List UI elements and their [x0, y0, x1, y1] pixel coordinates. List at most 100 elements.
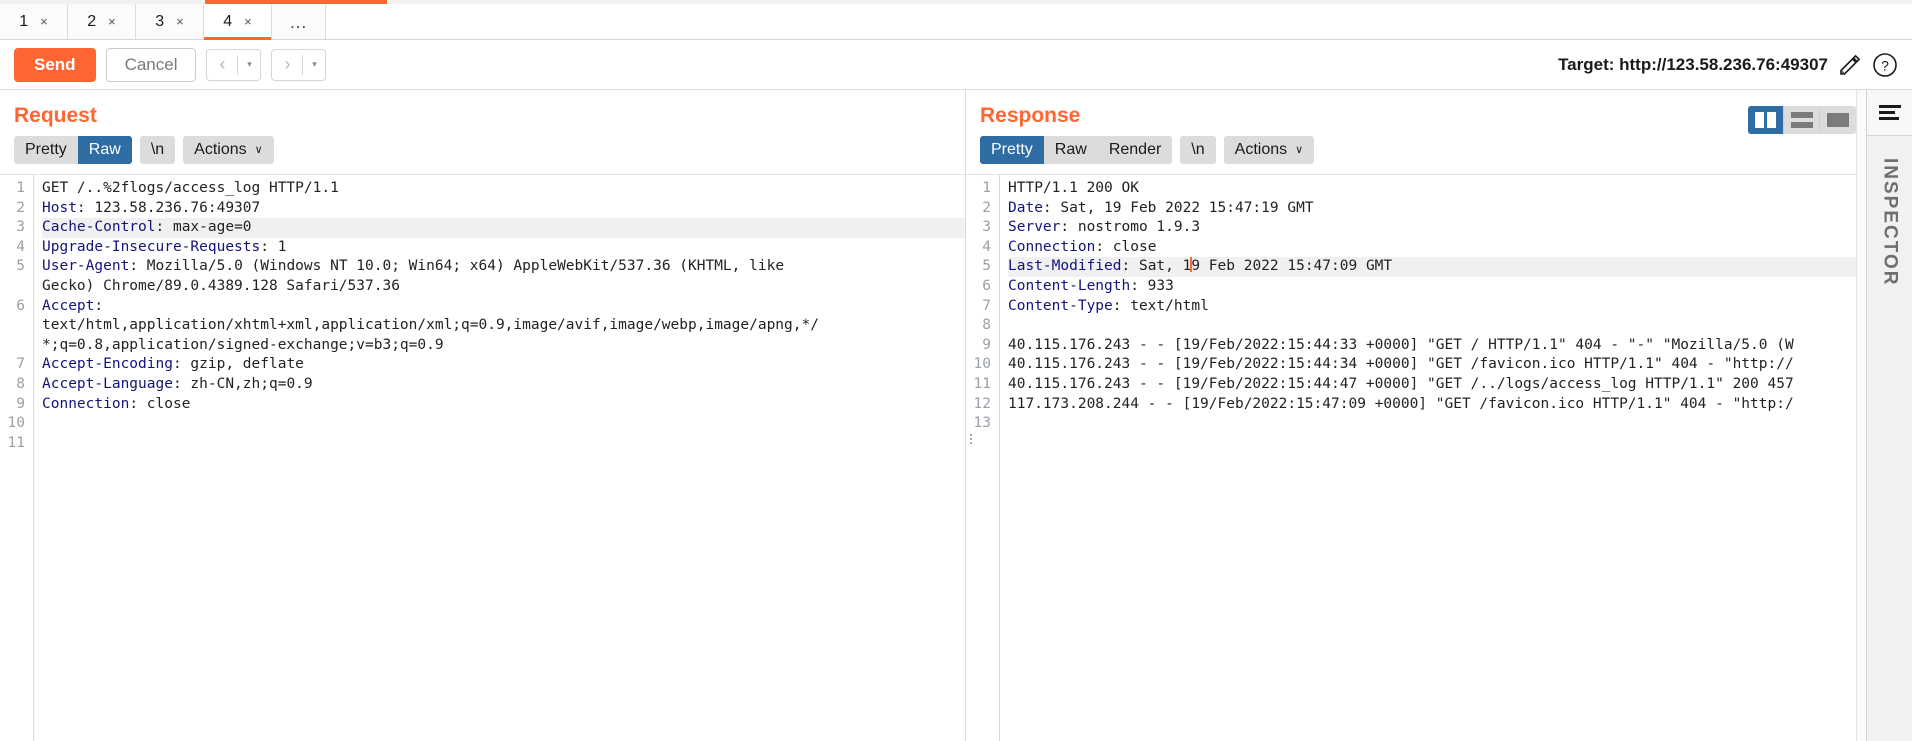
edit-target-button[interactable]: [1838, 53, 1862, 77]
stacked-view-button[interactable]: [1784, 106, 1820, 134]
response-line-number: 1: [982, 180, 991, 196]
single-view-button[interactable]: [1820, 106, 1856, 134]
response-code-line[interactable]: Content-Length: 933: [1008, 277, 1866, 297]
response-line-number: 4: [982, 238, 991, 255]
back-arrow-icon[interactable]: ‹: [207, 50, 237, 80]
response-code-line[interactable]: 40.115.176.243 - - [19/Feb/2022:15:44:47…: [1008, 375, 1866, 395]
response-code-line[interactable]: [1008, 414, 1866, 434]
response-newline-toggle[interactable]: \n: [1180, 136, 1216, 164]
response-line-number: 8: [982, 317, 991, 334]
repeater-tab-bar: 1 × 2 × 3 × 4 ×...: [0, 4, 1912, 40]
code-text: text/html,application/xhtml+xml,applicat…: [42, 317, 819, 334]
header-name: Content-Type: [1008, 297, 1113, 314]
response-view-raw[interactable]: Raw: [1043, 136, 1098, 164]
header-name: User-Agent: [42, 258, 130, 275]
request-code-line[interactable]: text/html,application/xhtml+xml,applicat…: [42, 316, 965, 336]
response-code-line[interactable]: Date: Sat, 19 Feb 2022 15:47:19 GMT: [1008, 199, 1866, 219]
repeater-window: 1 × 2 × 3 × 4 ×... Send Cancel ‹ ▾ › ▾ Target: …: [0, 0, 1912, 741]
response-code-line[interactable]: 40.115.176.243 - - [19/Feb/2022:15:44:34…: [1008, 355, 1866, 375]
help-icon: ?: [1873, 52, 1897, 77]
response-vertical-scrollbar[interactable]: [1856, 90, 1866, 741]
code-text: : 1: [260, 238, 287, 255]
close-icon[interactable]: ×: [244, 15, 252, 28]
response-view-toolbar: Pretty Raw Render \n Actions ∨: [966, 136, 1866, 174]
code-text: 117.173.208.244 - - [19/Feb/2022:15:47:0…: [1008, 395, 1794, 412]
request-code-line[interactable]: Accept-Language: zh-CN,zh;q=0.9: [42, 375, 965, 395]
forward-nav-group[interactable]: › ▾: [271, 48, 327, 81]
forward-arrow-icon[interactable]: ›: [272, 50, 302, 80]
header-name: Connection: [42, 395, 130, 412]
request-code-line[interactable]: *;q=0.8,application/signed-exchange;v=b3…: [42, 336, 965, 356]
request-view-raw[interactable]: Raw: [77, 136, 132, 164]
request-view-pretty[interactable]: Pretty: [14, 136, 78, 164]
code-text: : 933: [1130, 277, 1174, 294]
code-text: : nostromo 1.9.3: [1060, 219, 1201, 236]
split-view-icon: [1755, 112, 1776, 128]
response-line-number: 11: [973, 375, 991, 392]
response-line-number: 3: [982, 219, 991, 236]
request-code-line[interactable]: Accept:: [42, 297, 965, 317]
chevron-down-icon: ∨: [1295, 144, 1304, 156]
request-editor[interactable]: 1 2 3 4 5 6 7 8 9 10 11 GET /..%2flogs/access_log …: [0, 174, 965, 741]
repeater-tab-3[interactable]: 3 ×: [136, 4, 204, 39]
response-code-line[interactable]: [1008, 316, 1866, 336]
close-icon[interactable]: ×: [176, 15, 184, 28]
response-view-pretty[interactable]: Pretty: [980, 136, 1044, 164]
response-code-line[interactable]: 117.173.208.244 - - [19/Feb/2022:15:47:0…: [1008, 395, 1866, 415]
response-code-line[interactable]: 40.115.176.243 - - [19/Feb/2022:15:44:33…: [1008, 336, 1866, 356]
pencil-icon: [1840, 54, 1861, 75]
code-text: *;q=0.8,application/signed-exchange;v=b3…: [42, 336, 444, 353]
request-code-content[interactable]: GET /..%2flogs/access_log HTTP/1.1 Host: …: [34, 175, 965, 741]
request-code-line[interactable]: Gecko) Chrome/89.0.4389.128 Safari/537.3…: [42, 277, 965, 297]
help-button[interactable]: ?: [1872, 52, 1898, 78]
response-actions-menu[interactable]: Actions ∨: [1223, 136, 1315, 164]
repeater-tab-2[interactable]: 2 ×: [68, 4, 136, 39]
close-icon[interactable]: ×: [40, 15, 48, 28]
new-tab-button[interactable]: ...: [272, 4, 327, 39]
request-code-line[interactable]: [42, 434, 965, 454]
response-line-number: 12: [973, 395, 991, 412]
request-line-number: 11: [7, 434, 25, 451]
request-view-toolbar: Pretty Raw \n Actions ∨: [0, 136, 965, 174]
request-code-line[interactable]: Accept-Encoding: gzip, deflate: [42, 355, 965, 375]
response-code-line[interactable]: Content-Type: text/html: [1008, 297, 1866, 317]
response-panel-title: Response: [980, 104, 1081, 127]
request-code-line[interactable]: Cache-Control: max-age=0: [42, 218, 965, 238]
request-code-line[interactable]: [42, 414, 965, 434]
repeater-tab-4[interactable]: 4 ×: [204, 4, 272, 40]
request-newline-toggle[interactable]: \n: [139, 136, 176, 164]
request-code-line[interactable]: Host: 123.58.236.76:49307: [42, 199, 965, 219]
code-text: : close: [1095, 238, 1157, 255]
close-icon[interactable]: ×: [108, 15, 116, 28]
request-code-line[interactable]: GET /..%2flogs/access_log HTTP/1.1: [42, 179, 965, 199]
back-nav-group[interactable]: ‹ ▾: [206, 48, 262, 81]
split-view-button[interactable]: [1748, 106, 1784, 134]
request-code-line[interactable]: User-Agent: Mozilla/5.0 (Windows NT 10.0…: [42, 257, 965, 277]
response-code-line[interactable]: HTTP/1.1 200 OK: [1008, 179, 1866, 199]
request-actions-label: Actions: [194, 141, 247, 158]
response-code-line[interactable]: Connection: close: [1008, 238, 1866, 258]
inspector-menu-button[interactable]: [1867, 90, 1912, 136]
back-dropdown-caret-icon[interactable]: ▾: [238, 50, 260, 80]
forward-dropdown-caret-icon[interactable]: ▾: [303, 50, 325, 80]
inspector-rail: INSPECTOR: [1866, 90, 1912, 741]
send-button[interactable]: Send: [14, 47, 96, 82]
response-editor[interactable]: 1 2 3 4 5 6 7 8 9 10 11 12 13 HTTP/1.1 200 OK Date: S…: [966, 90, 1866, 741]
code-text: : 123.58.236.76:49307: [76, 199, 261, 216]
response-code-content[interactable]: HTTP/1.1 200 OK Date: Sat, 19 Feb 2022 15…: [1000, 175, 1866, 741]
request-line-numbers: 1 2 3 4 5 6 7 8 9 10 11: [0, 175, 34, 741]
response-line-number: 13: [970, 414, 993, 444]
cancel-button[interactable]: Cancel: [105, 47, 197, 82]
drag-handle-icon[interactable]: [968, 433, 974, 444]
repeater-tab-1[interactable]: 1 ×: [0, 4, 68, 39]
target-label: Target: http://123.58.236.76:49307: [1558, 54, 1828, 74]
request-code-line[interactable]: Upgrade-Insecure-Requests: 1: [42, 238, 965, 258]
request-line-number: [4, 336, 27, 356]
response-view-render[interactable]: Render: [1097, 136, 1173, 164]
response-code-line[interactable]: Last-Modified: Sat, 19 Feb 2022 15:47:09…: [1008, 257, 1866, 277]
code-text: 40.115.176.243 - - [19/Feb/2022:15:44:33…: [1008, 336, 1794, 353]
response-code-line[interactable]: Server: nostromo 1.9.3: [1008, 218, 1866, 238]
request-code-line[interactable]: Connection: close: [42, 395, 965, 415]
inspector-label[interactable]: INSPECTOR: [1879, 158, 1901, 287]
request-actions-menu[interactable]: Actions ∨: [183, 136, 274, 164]
